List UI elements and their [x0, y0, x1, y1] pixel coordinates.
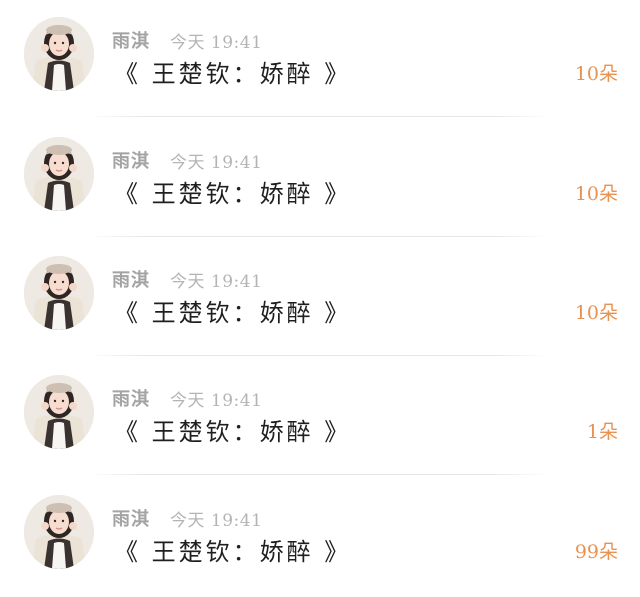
user-name[interactable]: 雨淇 — [112, 27, 150, 53]
user-name[interactable]: 雨淇 — [112, 385, 150, 411]
divider — [88, 355, 548, 356]
divider — [88, 236, 548, 237]
message-text: 《 王楚钦：娇醉 》 — [114, 538, 352, 566]
avatar-photo-icon — [24, 495, 94, 569]
user-name[interactable]: 雨淇 — [112, 505, 150, 531]
message-row[interactable]: 雨淇 今天 19:41 《 王楚钦：娇醉 》 10朵 — [0, 0, 640, 119]
avatar-photo-icon — [24, 256, 94, 330]
message-row[interactable]: 雨淇 今天 19:41 《 王楚钦：娇醉 》 99朵 — [0, 478, 640, 597]
avatar[interactable] — [24, 375, 94, 449]
message-row[interactable]: 雨淇 今天 19:41 《 王楚钦：娇醉 》 10朵 — [0, 239, 640, 358]
avatar-photo-icon — [24, 375, 94, 449]
avatar-photo-icon — [24, 17, 94, 91]
timestamp: 今天 19:41 — [170, 511, 263, 531]
message-text: 《 王楚钦：娇醉 》 — [114, 299, 352, 327]
flower-count: 10朵 — [574, 183, 618, 205]
user-name[interactable]: 雨淇 — [112, 266, 150, 292]
avatar[interactable] — [24, 17, 94, 91]
flower-count: 1朵 — [586, 421, 618, 443]
avatar[interactable] — [24, 137, 94, 211]
message-feed: 雨淇 今天 19:41 《 王楚钦：娇醉 》 10朵 雨淇 今天 19:41 《… — [0, 0, 640, 574]
avatar-photo-icon — [24, 137, 94, 211]
message-text: 《 王楚钦：娇醉 》 — [114, 418, 352, 446]
flower-count: 10朵 — [574, 302, 618, 324]
avatar[interactable] — [24, 495, 94, 569]
message-row[interactable]: 雨淇 今天 19:41 《 王楚钦：娇醉 》 1朵 — [0, 358, 640, 477]
timestamp: 今天 19:41 — [170, 153, 263, 173]
divider — [88, 116, 548, 117]
divider — [88, 474, 548, 475]
message-text: 《 王楚钦：娇醉 》 — [114, 60, 352, 88]
user-name[interactable]: 雨淇 — [112, 147, 150, 173]
avatar[interactable] — [24, 256, 94, 330]
timestamp: 今天 19:41 — [170, 33, 263, 53]
message-row[interactable]: 雨淇 今天 19:41 《 王楚钦：娇醉 》 10朵 — [0, 120, 640, 239]
message-text: 《 王楚钦：娇醉 》 — [114, 180, 352, 208]
timestamp: 今天 19:41 — [170, 272, 263, 292]
timestamp: 今天 19:41 — [170, 391, 263, 411]
flower-count: 99朵 — [574, 541, 618, 563]
flower-count: 10朵 — [574, 63, 618, 85]
